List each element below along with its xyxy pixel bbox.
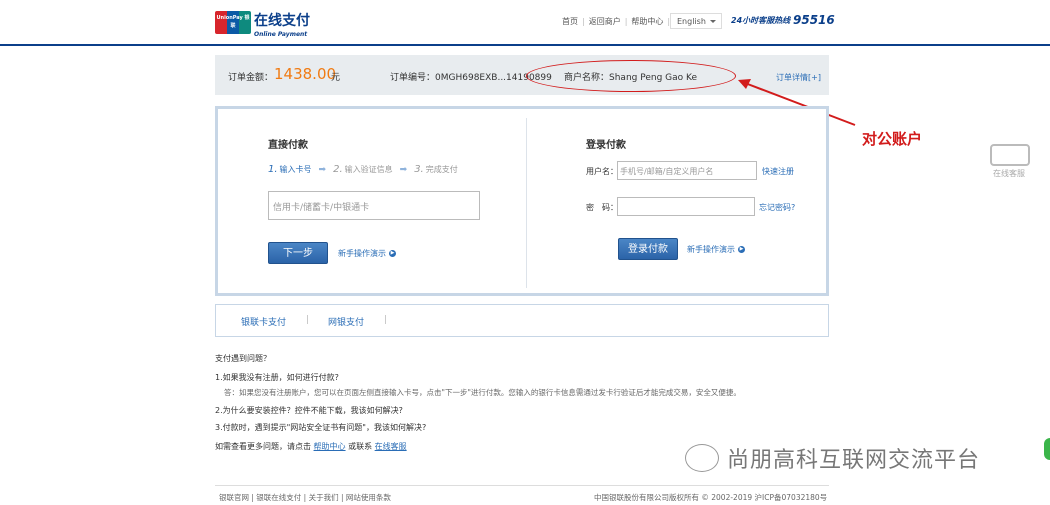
footer-divider (215, 485, 829, 486)
next-button[interactable]: 下一步 (268, 242, 328, 264)
panel-divider (526, 118, 527, 288)
login-pay-button[interactable]: 登录付款 (618, 238, 678, 260)
step-3: 3. 完成支付 (414, 164, 458, 175)
card-number-input[interactable]: 信用卡/储蓄卡/中银通卡 (268, 191, 480, 220)
faq-q3: 3.付款时，遇到提示"网站安全证书有问题"，我该如何解决? (215, 423, 427, 432)
help-center-link[interactable]: 帮助中心 (314, 442, 346, 451)
green-float-icon[interactable] (1044, 438, 1050, 460)
footer-link-online[interactable]: 银联在线支付 (256, 493, 301, 502)
amount-label: 订单金额： (228, 73, 274, 83)
username-label: 用户名： (586, 167, 618, 176)
brand-subtitle: Online Payment (254, 31, 308, 38)
nav-home[interactable]: 首页 (562, 16, 578, 27)
copyright: 中国银联股份有限公司版权所有 © 2002-2019 沪ICP备07032180… (594, 493, 828, 502)
password-label: 密 码： (586, 203, 618, 212)
direct-guide-link[interactable]: 新手操作演示 ▶ (338, 248, 396, 259)
annotation-label: 对公账户 (862, 130, 923, 148)
unionpay-logo: UnionPay 银联 (215, 11, 251, 34)
steps: 1. 输入卡号 ➡ 2. 输入验证信息 ➡ 3. 完成支付 (268, 164, 458, 175)
tab-online-banking[interactable]: 网银支付 (328, 315, 364, 328)
hotline-number: 95516 (793, 13, 835, 27)
password-input[interactable] (617, 197, 755, 216)
nav-help[interactable]: 帮助中心 (631, 16, 663, 27)
arrow-right-icon: ➡ (399, 164, 408, 175)
payment-tabs: 银联卡支付 | 网银支付 | (215, 304, 829, 337)
footer-link-about[interactable]: 关于我们 (309, 493, 339, 502)
faq-q2: 2.为什么要安装控件？控件不能下载，我该如何解决? (215, 406, 403, 415)
payment-panel: 直接付款 1. 输入卡号 ➡ 2. 输入验证信息 ➡ 3. 完成支付 信用卡/储蓄卡/… (215, 106, 829, 296)
quick-register-link[interactable]: 快速注册 (762, 166, 794, 177)
login-pay-title: 登录付款 (586, 140, 626, 151)
play-icon: ▶ (389, 250, 396, 257)
language-select[interactable]: English (670, 13, 722, 29)
forgot-password-link[interactable]: 忘记密码? (759, 202, 795, 213)
online-service-link[interactable]: 在线客服 (375, 442, 407, 451)
order-amount: 1438.00 (274, 65, 337, 83)
step-2: 2. 输入验证信息 (333, 164, 393, 175)
login-guide-link[interactable]: 新手操作演示 ▶ (687, 244, 745, 255)
top-nav: 首页 | 返回商户 | 帮助中心 | (562, 16, 671, 27)
watermark: 尚朋高科互联网交流平台 (685, 442, 980, 474)
tab-unionpay-card[interactable]: 银联卡支付 (241, 315, 286, 328)
arrow-right-icon: ➡ (318, 164, 327, 175)
currency: 元 (331, 73, 341, 83)
wechat-icon (685, 444, 719, 472)
faq-more: 如需查看更多问题，请点击 帮助中心 或联系 在线客服 (215, 442, 407, 451)
footer-link-unionpay[interactable]: 银联官网 (219, 493, 249, 502)
step-1: 1. 输入卡号 (268, 164, 312, 175)
faq-a1: 答：如果您没有注册账户，您可以在页面左侧直接输入卡号，点击"下一步"进行付款。您… (224, 388, 741, 397)
footer-link-terms[interactable]: 网站使用条款 (346, 493, 391, 502)
faq-q1: 1.如果我没有注册，如何进行付款? (215, 373, 339, 382)
brand: 在线支付 Online Payment (254, 10, 310, 38)
hotline-label: 24小时客服热线 (731, 16, 791, 25)
footer-links: 银联官网 | 银联在线支付 | 关于我们 | 网站使用条款 (219, 493, 391, 502)
play-icon: ▶ (738, 246, 745, 253)
nav-back-merchant[interactable]: 返回商户 (589, 16, 621, 27)
online-service-widget[interactable]: 在线客服 (988, 144, 1030, 179)
username-input[interactable]: 手机号/邮箱/自定义用户名 (617, 161, 757, 180)
service-face-icon (990, 144, 1030, 166)
highlight-ellipse (526, 60, 736, 92)
payment-page: UnionPay 银联 在线支付 Online Payment 首页 | 返回商… (0, 0, 1050, 505)
brand-title: 在线支付 (254, 13, 310, 29)
direct-pay-title: 直接付款 (268, 140, 308, 151)
chevron-down-icon (710, 20, 716, 23)
faq-title: 支付遇到问题？ (215, 354, 271, 363)
header-divider (0, 44, 1050, 46)
